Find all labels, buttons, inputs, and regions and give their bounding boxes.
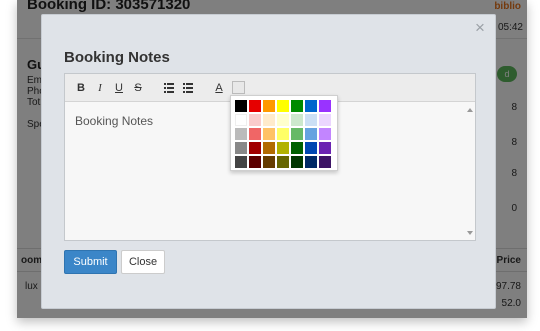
- color-swatch[interactable]: [263, 100, 275, 112]
- color-swatch[interactable]: [291, 156, 303, 168]
- color-swatch[interactable]: [235, 156, 247, 168]
- color-picker-toggle[interactable]: [232, 81, 245, 94]
- font-color-button[interactable]: A: [211, 80, 227, 96]
- swatch-grid: [235, 100, 333, 168]
- underline-button[interactable]: U: [111, 80, 127, 96]
- booking-notes-modal: × Booking Notes B I U S A Booking Notes …: [41, 14, 496, 309]
- color-swatch[interactable]: [305, 142, 317, 154]
- color-swatch[interactable]: [319, 114, 331, 126]
- color-swatch[interactable]: [319, 128, 331, 140]
- color-swatch[interactable]: [305, 100, 317, 112]
- color-swatch[interactable]: [277, 156, 289, 168]
- color-swatch[interactable]: [235, 114, 247, 126]
- color-swatch[interactable]: [319, 142, 331, 154]
- bullet-list-button[interactable]: [180, 80, 196, 96]
- italic-button[interactable]: I: [92, 80, 108, 96]
- color-swatch[interactable]: [249, 128, 261, 140]
- color-swatch[interactable]: [235, 142, 247, 154]
- color-swatch[interactable]: [277, 128, 289, 140]
- color-swatch[interactable]: [249, 114, 261, 126]
- color-swatch[interactable]: [249, 156, 261, 168]
- color-swatch[interactable]: [291, 142, 303, 154]
- color-swatch[interactable]: [305, 114, 317, 126]
- color-swatch[interactable]: [235, 128, 247, 140]
- color-swatch[interactable]: [319, 156, 331, 168]
- color-swatch[interactable]: [263, 156, 275, 168]
- color-swatch[interactable]: [277, 100, 289, 112]
- color-swatch[interactable]: [277, 142, 289, 154]
- color-swatch[interactable]: [263, 114, 275, 126]
- screen: Booking ID: 303571320 biblio 05:42 Gu Em…: [0, 0, 540, 331]
- color-swatch[interactable]: [263, 128, 275, 140]
- ordered-list-button[interactable]: [161, 80, 177, 96]
- color-swatch[interactable]: [291, 128, 303, 140]
- color-palette: [230, 95, 338, 171]
- editor-scrollbar[interactable]: [465, 102, 475, 240]
- scroll-up-arrow-icon[interactable]: [467, 108, 473, 112]
- color-swatch[interactable]: [235, 100, 247, 112]
- color-swatch[interactable]: [305, 156, 317, 168]
- color-swatch[interactable]: [249, 142, 261, 154]
- color-swatch[interactable]: [263, 142, 275, 154]
- strikethrough-button[interactable]: S: [130, 80, 146, 96]
- color-swatch[interactable]: [291, 114, 303, 126]
- modal-title: Booking Notes: [64, 49, 170, 66]
- scroll-down-arrow-icon[interactable]: [467, 231, 473, 235]
- submit-button[interactable]: Submit: [64, 250, 117, 274]
- color-swatch[interactable]: [305, 128, 317, 140]
- color-swatch[interactable]: [249, 100, 261, 112]
- color-swatch[interactable]: [319, 100, 331, 112]
- bullet-list-icon: [183, 83, 193, 93]
- ordered-list-icon: [164, 83, 174, 93]
- close-icon[interactable]: ×: [472, 19, 488, 36]
- bold-button[interactable]: B: [73, 80, 89, 96]
- color-swatch[interactable]: [277, 114, 289, 126]
- color-swatch[interactable]: [291, 100, 303, 112]
- close-button[interactable]: Close: [121, 250, 165, 274]
